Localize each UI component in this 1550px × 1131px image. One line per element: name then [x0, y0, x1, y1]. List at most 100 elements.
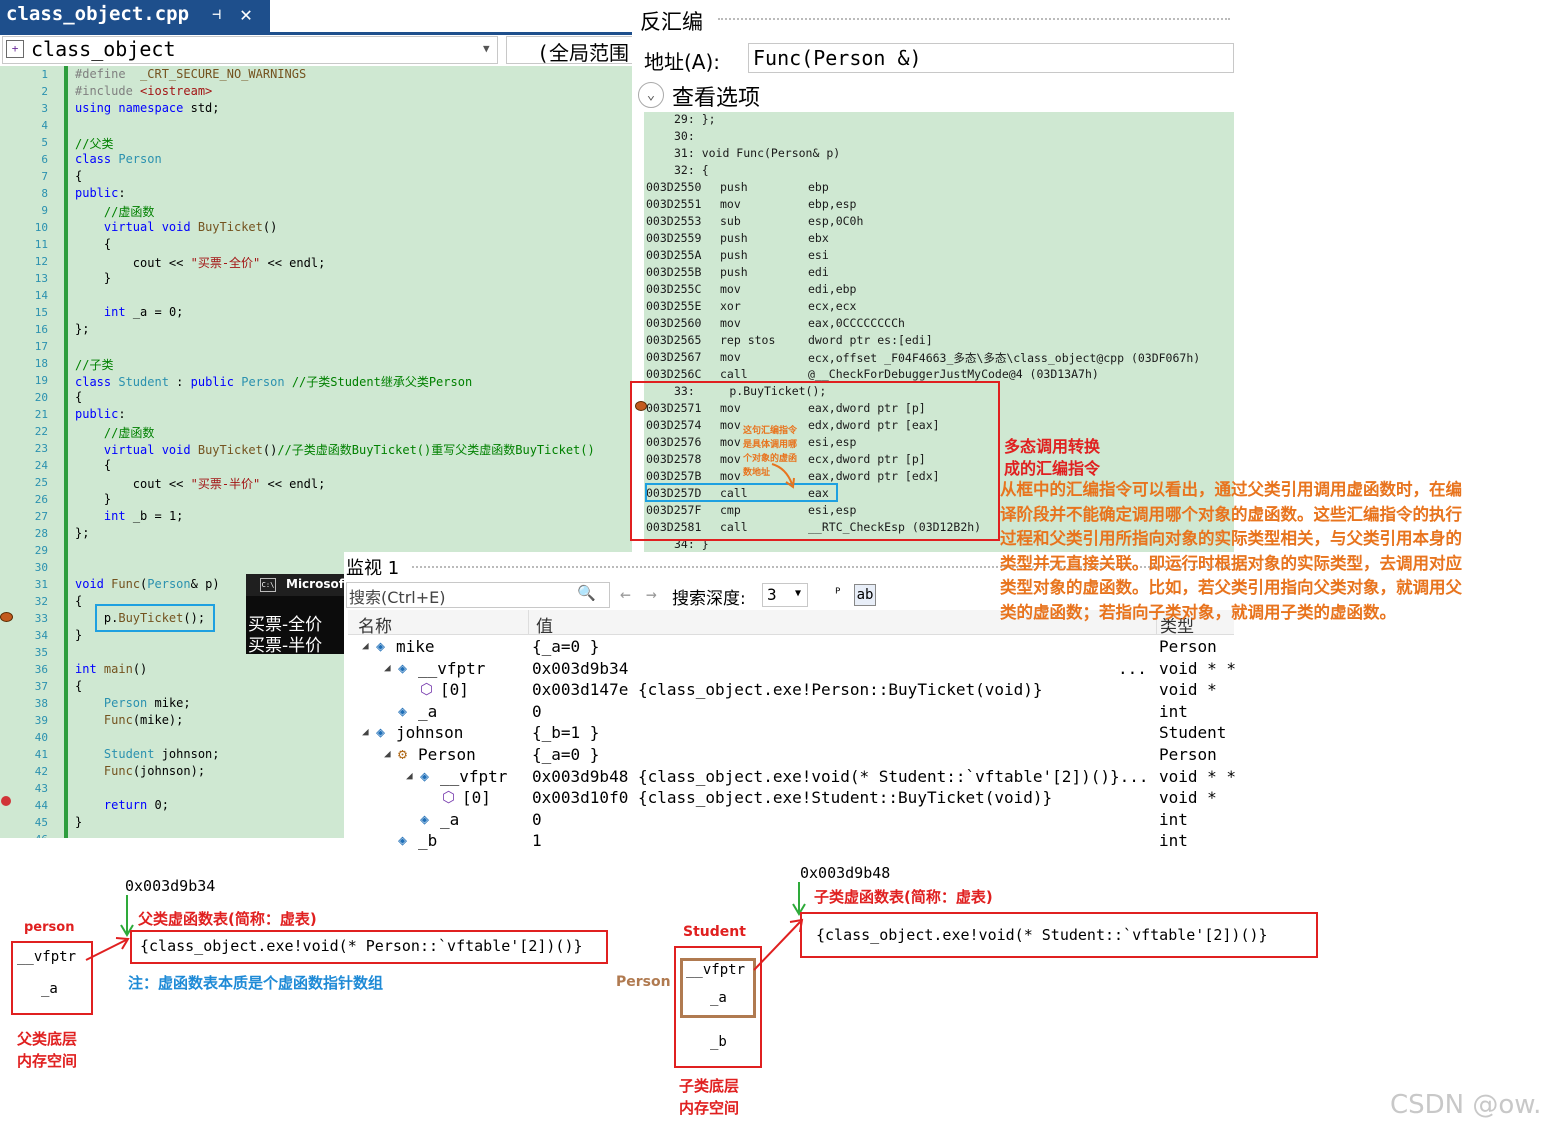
search-icon[interactable]: 🔍: [577, 584, 596, 602]
parent-vfptr-arrow: [85, 937, 130, 961]
search-depth-select[interactable]: 3 ▼: [762, 583, 808, 607]
base-part-label: Person: [616, 974, 671, 990]
watch-row[interactable]: ◢ ⚙ Person {_a=0 } Person: [348, 745, 1234, 766]
asm-address: 003D255A: [646, 248, 702, 262]
watch-row[interactable]: ◈ _a 0 int: [348, 702, 1234, 723]
asm-operand: ebx: [808, 231, 829, 245]
line-number: 2: [41, 85, 48, 98]
line-number: 32: [34, 595, 48, 608]
watch-name: johnson: [396, 723, 464, 743]
obj-icon: ◈: [376, 723, 386, 742]
watch-value[interactable]: {_b=1 }: [532, 723, 599, 742]
asm-operand: esi: [808, 248, 829, 262]
breakpoint-icon[interactable]: [1, 796, 11, 806]
watch-type: int: [1159, 809, 1188, 829]
line-number: 16: [34, 323, 48, 336]
hex-view-icon[interactable]: ab: [854, 584, 876, 606]
column-divider[interactable]: [528, 610, 529, 634]
watch-row[interactable]: ◢ ◈ johnson {_b=1 } Student: [348, 723, 1234, 744]
asm-address: 003D2551: [646, 197, 702, 211]
watch-name: mike: [396, 637, 435, 656]
tab-title: class_object.cpp: [6, 3, 190, 25]
view-options-label[interactable]: 查看选项: [672, 80, 760, 112]
expand-triangle-icon[interactable]: ◢: [384, 747, 391, 760]
field-icon: ◈: [398, 831, 408, 850]
expand-triangle-icon[interactable]: ◢: [362, 725, 369, 738]
watch-value[interactable]: 0: [532, 810, 542, 829]
console-icon: C:\: [260, 578, 276, 592]
forward-arrow-icon[interactable]: →: [646, 584, 657, 605]
watch-row[interactable]: ⬡ [0] 0x003d147e {class_object.exe!Person:…: [348, 680, 1234, 701]
line-number: 46: [0, 833, 48, 838]
watch-row[interactable]: ⬡ [0] 0x003d10f0 {class_object.exe!Student…: [348, 788, 1234, 809]
close-icon[interactable]: ✕: [240, 2, 252, 26]
chevron-down-icon[interactable]: ⌄: [638, 82, 664, 108]
watch-row[interactable]: ◢ ◈ __vfptr 0x003d9b34... void * *: [348, 659, 1236, 680]
asm-row: 003D2567 mov ecx,offset _F04F4663_多态\多态\cl…: [644, 350, 1234, 367]
source-line: 30:: [674, 129, 695, 143]
pin-icon[interactable]: ᴾ: [828, 584, 848, 604]
editor-tab[interactable]: class_object.cpp ⊣ ✕: [0, 0, 270, 32]
expand-triangle-icon[interactable]: ◢: [406, 769, 413, 782]
watch-value[interactable]: 0x003d147e {class_object.exe!Person::Buy…: [532, 680, 1043, 699]
line-number: 39: [34, 714, 48, 727]
asm-address: 003D2553: [646, 214, 702, 228]
line-number: 9: [41, 204, 48, 217]
expand-triangle-icon[interactable]: ◢: [362, 639, 369, 652]
expand-triangle-icon[interactable]: ◢: [384, 661, 391, 674]
watch-type: int: [1159, 831, 1188, 851]
watch-value[interactable]: {_a=0 }: [532, 745, 599, 764]
line-number: 25: [34, 476, 48, 489]
watch-row[interactable]: ◈ _a 0 int: [348, 810, 1234, 831]
asm-operand: eax,0CCCCCCCCh: [808, 316, 905, 330]
global-scope-dropdown[interactable]: (全局范围: [506, 36, 634, 64]
watch-search-input[interactable]: 搜索(Ctrl+E) 🔍: [346, 582, 610, 608]
asm-operand: ebp,esp: [808, 197, 857, 211]
pin-icon[interactable]: ⊣: [212, 5, 221, 23]
call-eax-highlight: [645, 483, 838, 502]
asm-mnemonic: push: [720, 248, 748, 262]
console-window[interactable]: C:\ Microsof 买票-全价 买票-半价: [246, 574, 344, 654]
field-icon: ◈: [420, 809, 430, 828]
code-line: };: [75, 322, 90, 336]
line-number: 4: [41, 119, 48, 132]
watch-row[interactable]: ◢ ◈ mike {_a=0 } Person: [348, 637, 1234, 658]
watch-value[interactable]: 0x003d9b48 {class_object.exe!void(* Stud…: [532, 767, 1149, 786]
column-name[interactable]: 名称: [358, 612, 392, 637]
class-icon: +: [6, 40, 24, 58]
code-line: void Func(Person& p): [75, 577, 220, 591]
watch-name: _a: [440, 809, 460, 829]
watch-name: _b: [418, 831, 438, 851]
line-number: 21: [34, 408, 48, 421]
class-scope-dropdown[interactable]: + class_object ▼: [2, 36, 498, 64]
child-field-a: _a: [710, 990, 727, 1006]
watch-value[interactable]: {_a=0 }: [532, 637, 599, 656]
child-vfptr-arrow: [753, 918, 804, 971]
asm-address: 003D255C: [646, 282, 702, 296]
parent-vtable-box: {class_object.exe!void(* Person::`vftabl…: [130, 930, 608, 964]
column-value[interactable]: 值: [536, 612, 553, 637]
watch-title: 监视 1: [346, 558, 400, 579]
asm-mnemonic: call: [720, 367, 748, 381]
line-number: 37: [34, 680, 48, 693]
watch-value[interactable]: 0x003d9b34: [532, 659, 628, 678]
back-arrow-icon[interactable]: ←: [620, 584, 631, 605]
line-number: 12: [34, 255, 48, 268]
watch-value[interactable]: 0x003d10f0 {class_object.exe!Student::Bu…: [532, 788, 1052, 807]
line-number: 43: [34, 782, 48, 795]
line-number: 7: [41, 170, 48, 183]
asm-operand: @__CheckForDebuggerJustMyCode@4 (03D13A7…: [808, 367, 1099, 381]
code-line: }: [75, 492, 112, 506]
watch-more[interactable]: ...: [1118, 659, 1147, 678]
watch-value[interactable]: 1: [532, 831, 542, 850]
source-line: 31: void Func(Person& p): [674, 146, 841, 160]
watch-row[interactable]: ◈ _b 1 int: [348, 831, 1234, 852]
search-depth-value: 3: [767, 585, 777, 604]
address-input[interactable]: Func(Person &): [748, 43, 1234, 73]
child-object-label: Student: [683, 924, 746, 940]
watch-value[interactable]: 0: [532, 702, 542, 721]
asm-row: 003D255E xor ecx,ecx: [644, 299, 1234, 316]
current-statement-icon[interactable]: [0, 612, 13, 622]
title-grip: [718, 18, 1230, 20]
watch-row[interactable]: ◢ ◈ __vfptr 0x003d9b48 {class_object.exe!vo…: [348, 767, 1236, 788]
